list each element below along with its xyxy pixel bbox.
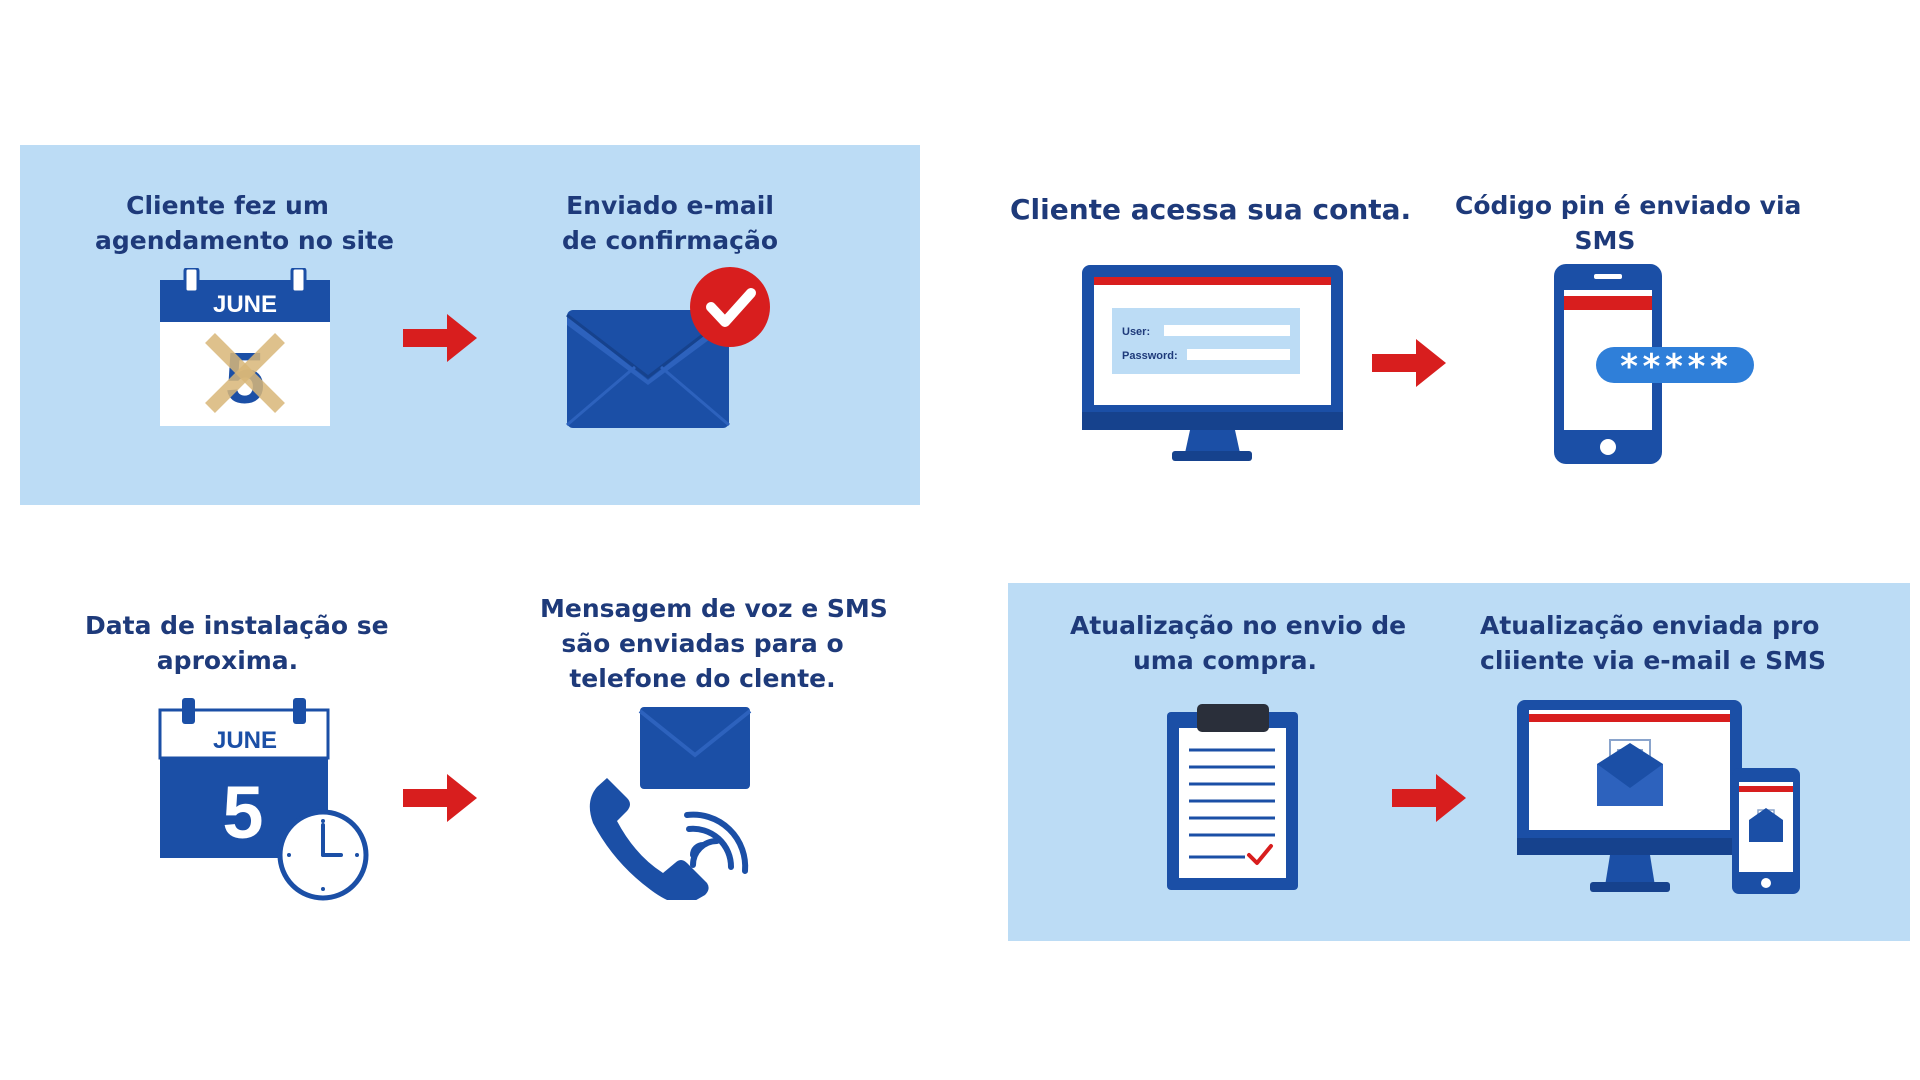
pin-mask-text: *****: [1619, 347, 1731, 387]
right-arrow-icon: [1372, 339, 1446, 387]
phone-call-envelope-icon: [589, 707, 752, 900]
caption-pin-sms: Código pin é enviado via SMS: [1455, 191, 1802, 255]
caption-email-confirmation: Enviado e-mail de confirmação: [562, 191, 778, 255]
caption-account-access: Cliente acessa sua conta.: [1010, 193, 1412, 226]
envelope-check-icon: [566, 267, 770, 428]
calendar-crossed-icon: JUNE 5: [160, 268, 330, 426]
caption-scheduling: Cliente fez um agendamento no site: [95, 191, 394, 255]
caption-install-date: Data de instalação se aproxima.: [85, 611, 389, 675]
right-arrow-icon: [1392, 774, 1466, 822]
devices-email-icon: [1517, 700, 1800, 894]
caption-customer-update: Atualização enviada pro cliiente via e-m…: [1480, 611, 1826, 675]
caption-voice-sms: Mensagem de voz e SMS são enviadas para …: [540, 594, 888, 693]
phone-pin-icon: *****: [1554, 264, 1754, 464]
clipboard-checklist-icon: [1167, 704, 1298, 890]
caption-purchase-update: Atualização no envio de uma compra.: [1070, 611, 1407, 675]
monitor-login-icon: User: Password:: [1082, 265, 1343, 461]
login-password-label: Password:: [1122, 350, 1178, 362]
right-arrow-icon: [403, 314, 477, 362]
calendar-month-label: JUNE: [213, 291, 277, 318]
right-arrow-icon: [403, 774, 477, 822]
calendar-clock-icon: JUNE 5: [158, 698, 369, 901]
login-user-label: User:: [1122, 326, 1150, 338]
calendar-month-label: JUNE: [213, 727, 277, 754]
calendar-day-label: 5: [222, 771, 263, 854]
